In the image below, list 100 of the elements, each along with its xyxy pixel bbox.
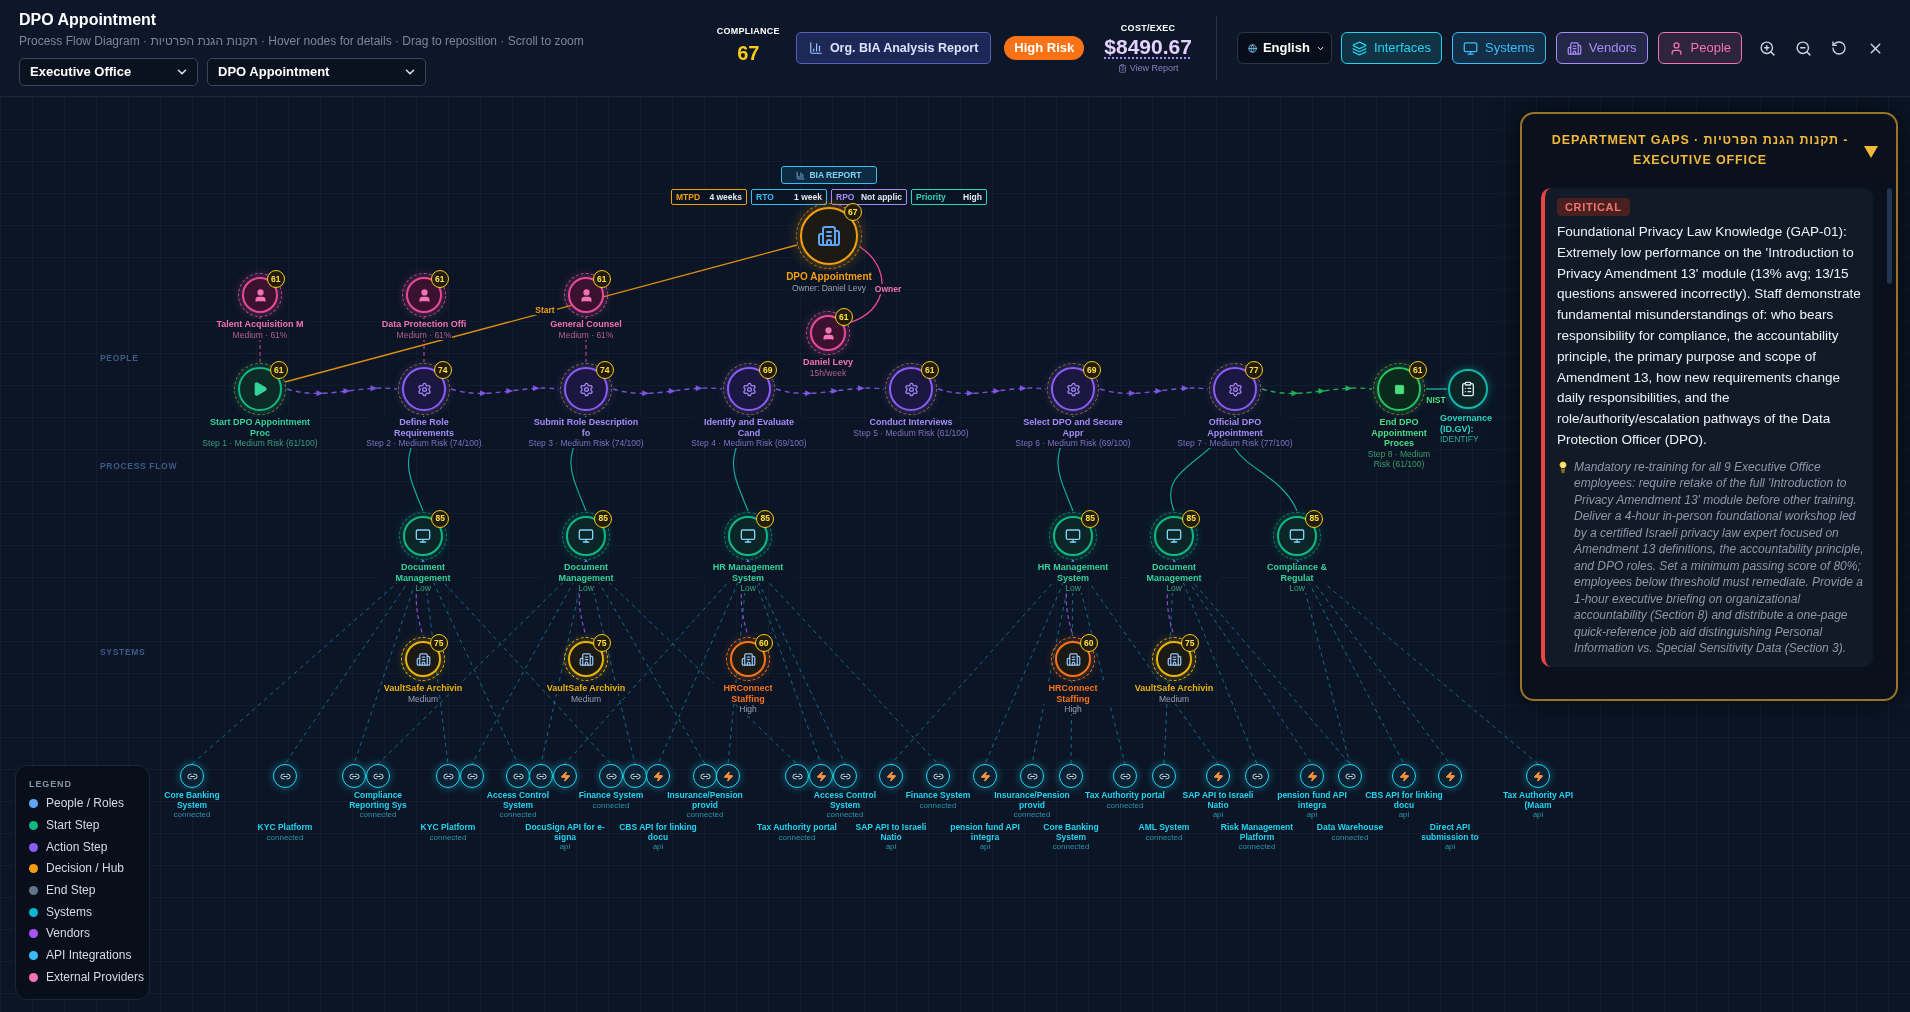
integration-node[interactable] bbox=[785, 764, 809, 788]
filter-select[interactable]: DPO Appointment bbox=[207, 58, 426, 86]
node-label: SAP API to Israeli Natio bbox=[854, 823, 928, 842]
node-detail: connected bbox=[1331, 832, 1369, 842]
compliance-label: COMPLIANCE bbox=[716, 25, 780, 37]
integration-node[interactable] bbox=[366, 764, 390, 788]
integration-node[interactable] bbox=[529, 764, 553, 788]
integration-node[interactable] bbox=[1206, 764, 1230, 788]
node-label: Tax Authority portal bbox=[1085, 791, 1165, 801]
integration-node[interactable] bbox=[1392, 764, 1416, 788]
integration-node[interactable] bbox=[926, 764, 950, 788]
lightning-bolt-icon bbox=[885, 770, 897, 782]
node-label: pension fund API integra bbox=[949, 823, 1021, 842]
metric-value: 1 week bbox=[794, 192, 822, 202]
integration-node[interactable] bbox=[273, 764, 297, 788]
legend-label: Vendors bbox=[46, 926, 91, 942]
legend-label: Systems bbox=[46, 904, 92, 920]
lightbulb-icon bbox=[1557, 460, 1569, 473]
node-detail: api bbox=[559, 842, 571, 852]
integration-node[interactable] bbox=[599, 764, 623, 788]
node-detail: connected bbox=[686, 810, 724, 820]
lightning-bolt-icon bbox=[1532, 770, 1544, 782]
node-detail: api bbox=[652, 842, 664, 852]
layer-toggle[interactable]: Systems bbox=[1451, 32, 1546, 64]
node-label: Compliance Reporting Sys bbox=[348, 791, 408, 810]
integration-node[interactable] bbox=[436, 764, 460, 788]
integration-node[interactable] bbox=[1338, 764, 1362, 788]
node-detail: connected bbox=[1013, 810, 1051, 820]
cost-value: $8490.67 bbox=[1104, 34, 1192, 60]
integration-node[interactable] bbox=[973, 764, 997, 788]
lightning-bolt-icon bbox=[1212, 770, 1224, 782]
lightning-bolt-icon bbox=[979, 770, 991, 782]
view-report-link[interactable]: View Report bbox=[1117, 62, 1179, 74]
node-detail: connected bbox=[266, 832, 304, 842]
scrollbar[interactable] bbox=[1887, 188, 1892, 284]
metric-label: Priority bbox=[916, 192, 946, 202]
node-detail: connected bbox=[778, 832, 816, 842]
metric-label: RPO bbox=[836, 192, 855, 202]
node-detail: connected bbox=[826, 810, 864, 820]
node-label: Insurance/Pension provid bbox=[993, 791, 1071, 810]
gap-recommendation: Mandatory re-training for all 9 Executive Office employees: require retake of the full 'Introduction to Privacy Amendment 13' module before other training. Deliver a 4-hour in-person foundational workshop led by a certified Israeli privacy law expert focused on Amendment 13 definitions, the accountability principle, and DPO roles. Set a minimum passing score of 80%; employees below threshold must remediate. Provide a 1-hour executive briefing on organizational accountability (Section 8) and distribute a one-page quick-reference job aid distinguishing Personal Information vs. Special Sensitivity Data (Section 3). bbox=[1574, 458, 1865, 657]
bia-report-button[interactable]: Org. BIA Analysis Report bbox=[795, 32, 992, 64]
legend-label: API Integrations bbox=[46, 948, 132, 964]
integration-node[interactable] bbox=[180, 764, 204, 788]
integration-node[interactable] bbox=[1438, 764, 1462, 788]
filter-select[interactable]: Executive Office bbox=[19, 58, 198, 86]
globe-icon bbox=[1247, 41, 1257, 55]
node-label: Core Banking System bbox=[163, 791, 221, 810]
node-detail: api bbox=[885, 842, 897, 852]
integration-node[interactable] bbox=[1020, 764, 1044, 788]
node-label: SAP API to Israeli Natio bbox=[1181, 791, 1255, 810]
integration-node[interactable] bbox=[460, 764, 484, 788]
language-select[interactable]: English bbox=[1236, 32, 1332, 64]
integration-node[interactable] bbox=[833, 764, 857, 788]
layers-icon bbox=[1351, 40, 1367, 56]
legend-title: LEGEND bbox=[29, 779, 73, 789]
integration-node[interactable] bbox=[553, 764, 577, 788]
node-detail: connected bbox=[499, 810, 537, 820]
integration-node[interactable] bbox=[1526, 764, 1550, 788]
integration-node[interactable] bbox=[342, 764, 366, 788]
integration-node[interactable] bbox=[646, 764, 670, 788]
integration-node[interactable] bbox=[809, 764, 833, 788]
node-label: Direct API submission to bbox=[1420, 823, 1480, 842]
node-label: Data Warehouse bbox=[1316, 823, 1384, 833]
layer-toggle[interactable]: People bbox=[1657, 32, 1742, 64]
zoom-in-icon bbox=[1758, 39, 1776, 57]
legend-label: Action Step bbox=[46, 839, 108, 855]
integration-node[interactable] bbox=[623, 764, 647, 788]
lightning-bolt-icon bbox=[722, 770, 734, 782]
node-label: DocuSign API for e-signa bbox=[524, 823, 606, 842]
bar-chart-icon bbox=[808, 41, 823, 55]
integration-node[interactable] bbox=[879, 764, 903, 788]
integration-node[interactable] bbox=[506, 764, 530, 788]
node-label: Access Control System bbox=[485, 791, 551, 810]
integration-node[interactable] bbox=[1059, 764, 1083, 788]
bar-chart-icon bbox=[796, 170, 806, 180]
bia-report-button[interactable]: BIA REPORT bbox=[781, 166, 877, 184]
gap-finding: Foundational Privacy Law Knowledge (GAP-01): Extremely low performance on the 'Introduction to Privacy Amendment 13' module (13% avg; 13/15 questions answered incorrectly). Staff demonstrate fundamental misunderstandings of: who bears responsibility for compliance, the accountability principle, the primary purpose and scope of Amendment 13, how new requirements change daily responsibilities, and the role/authority/escalation pathways of the Data Protection Officer (DPO). bbox=[1557, 223, 1862, 449]
node-label: Tax Authority API (Maam bbox=[1501, 791, 1575, 810]
cost-label: COST/EXEC bbox=[1120, 22, 1176, 34]
integration-node[interactable] bbox=[1245, 764, 1269, 788]
lane-label: PEOPLE bbox=[100, 353, 139, 363]
node-label: KYC Platform bbox=[420, 823, 476, 833]
page-subtitle: Process Flow Diagram · תקנות הגנת הפרטיות · Hover nodes for details · Drag to reposition · Scroll to zoom bbox=[19, 33, 585, 49]
building-icon bbox=[1566, 40, 1582, 56]
node-detail: api bbox=[1306, 810, 1318, 820]
integration-node[interactable] bbox=[1113, 764, 1137, 788]
integration-node[interactable] bbox=[716, 764, 740, 788]
integration-node[interactable] bbox=[1300, 764, 1324, 788]
legend-label: External Providers bbox=[46, 969, 145, 985]
node-label: Finance System bbox=[905, 791, 971, 801]
layer-toggle[interactable]: Interfaces bbox=[1340, 32, 1442, 64]
layer-toggle[interactable]: Vendors bbox=[1555, 32, 1648, 64]
node-label: Finance System bbox=[578, 791, 644, 801]
integration-node[interactable] bbox=[1152, 764, 1176, 788]
metric-value: High bbox=[963, 192, 982, 202]
node-label: Tax Authority portal bbox=[757, 823, 837, 833]
caret-down-icon[interactable] bbox=[1864, 146, 1878, 158]
integration-node[interactable] bbox=[693, 764, 717, 788]
metric-value: Not applic bbox=[860, 192, 902, 202]
